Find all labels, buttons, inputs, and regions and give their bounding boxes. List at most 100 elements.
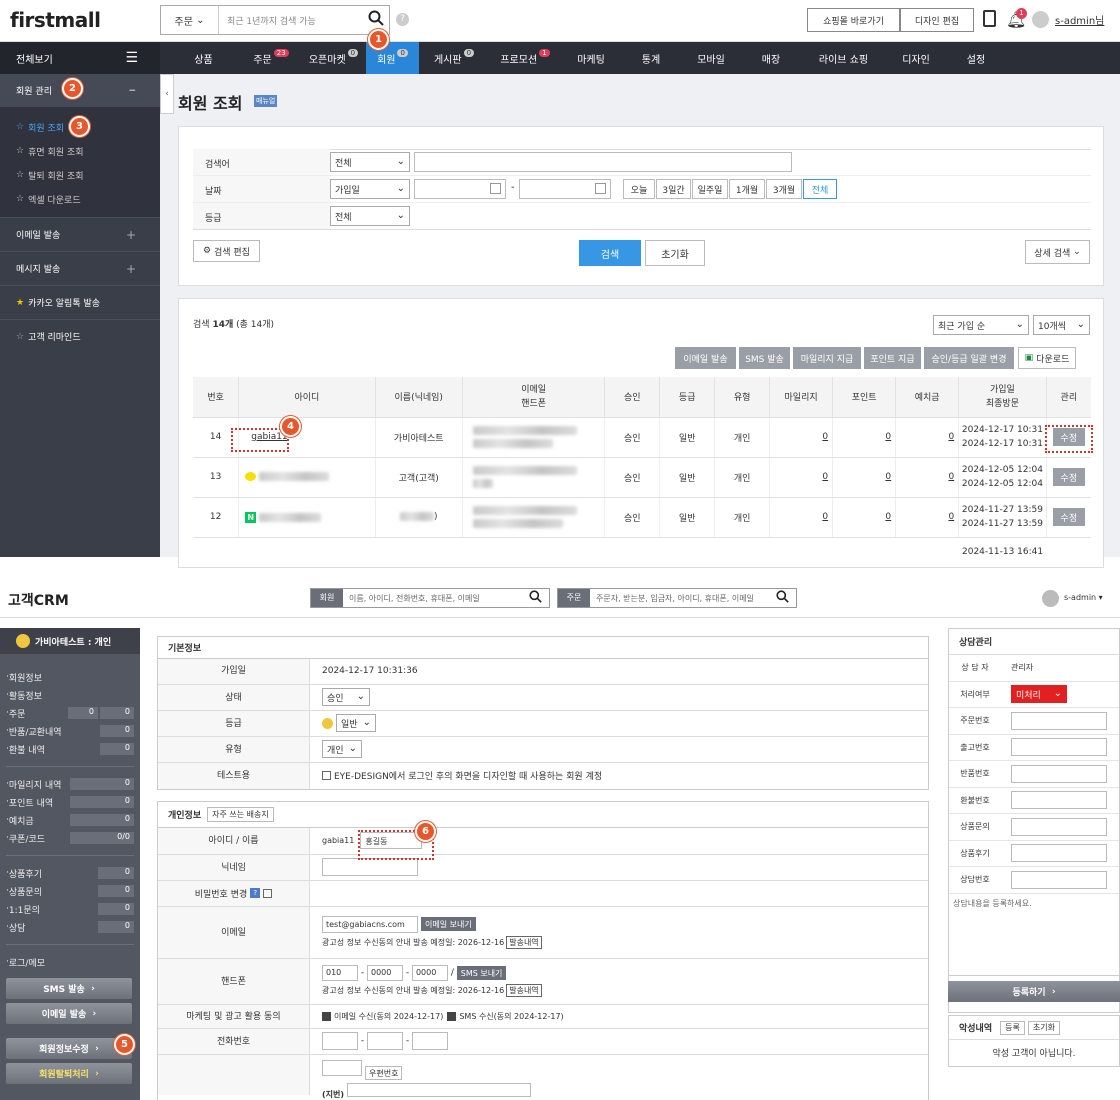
date-end-input[interactable] <box>519 179 611 199</box>
order-search-input[interactable]: 주문자, 받는분, 입금자, 아이디, 휴대폰, 이메일 <box>590 593 776 604</box>
send-sms-button[interactable]: SMS 보내기 <box>456 966 507 980</box>
crm-menu-1on1[interactable]: · 1:1문의 0 <box>0 900 140 918</box>
phone-2-input[interactable]: 0000 <box>366 965 403 981</box>
mileage-link[interactable]: 0 <box>822 512 828 522</box>
tab-mobile[interactable]: 모바일 <box>681 42 741 74</box>
email-input[interactable]: test@gabiacns.com <box>322 915 418 933</box>
expand-icon[interactable]: + <box>126 262 136 276</box>
send-history-button[interactable]: 발송내역 <box>506 935 542 949</box>
download-button[interactable]: ▣ 다운로드 <box>1018 347 1076 369</box>
search-button[interactable]: 검색 <box>579 240 641 266</box>
reset-button[interactable]: 초기화 <box>645 240 705 266</box>
point-link[interactable]: 0 <box>885 512 891 522</box>
return-no-input[interactable] <box>1011 764 1107 783</box>
crm-user[interactable]: s-admin ▾ <box>1064 593 1103 602</box>
collapse-icon[interactable]: − <box>128 86 136 96</box>
period-today[interactable]: 오늘 <box>623 179 655 199</box>
search-icon[interactable] <box>363 10 389 30</box>
tab-promotion[interactable]: 프로모션 1 <box>489 42 561 74</box>
crm-menu-orders[interactable]: · 주문 0 0 <box>0 704 140 722</box>
crm-withdraw-button[interactable]: 회원탈퇴처리 › <box>6 1063 132 1084</box>
period-all[interactable]: 전체 <box>803 179 837 199</box>
product-review-input[interactable] <box>1011 844 1107 863</box>
tab-board[interactable]: 게시판 0 <box>419 42 489 74</box>
global-search-input[interactable]: 최근 1년까지 검색 가능 <box>219 14 363 27</box>
bad-reset-button[interactable]: 초기화 <box>1027 1020 1060 1035</box>
crm-menu-activity[interactable]: · 활동정보 <box>0 686 140 704</box>
send-email-button[interactable]: 이메일 발송 <box>675 347 736 369</box>
nickname-input[interactable] <box>322 858 418 876</box>
sidebar-toggle[interactable]: ‹ <box>160 74 174 114</box>
grade-select[interactable]: 일반 <box>336 714 376 732</box>
tab-live-shopping[interactable]: 라이브 쇼핑 <box>801 42 886 74</box>
tab-settings[interactable]: 설정 <box>946 42 1006 74</box>
mileage-link[interactable]: 0 <box>822 432 828 442</box>
sidebar-item-excel[interactable]: ☆ 엑셀 다운로드 <box>0 187 160 211</box>
sidebar-message[interactable]: 메시지 발송 + <box>0 251 160 285</box>
search-icon[interactable] <box>776 590 796 606</box>
frequent-address-button[interactable]: 자주 쓰는 배송지 <box>207 807 274 822</box>
mileage-link[interactable]: 0 <box>822 472 828 482</box>
crm-avatar[interactable] <box>1042 590 1059 607</box>
period-3days[interactable]: 3일간 <box>656 179 691 199</box>
deposit-link[interactable]: 0 <box>948 512 954 522</box>
point-link[interactable]: 0 <box>885 472 891 482</box>
all-menu[interactable]: 전체보기 ☰ <box>0 42 160 74</box>
crm-email-button[interactable]: 이메일 발송 › <box>6 1003 132 1024</box>
calendar-icon[interactable] <box>490 183 501 194</box>
order-no-input[interactable] <box>1011 711 1107 730</box>
release-no-input[interactable] <box>1011 738 1107 757</box>
keyword-scope-select[interactable]: 전체 <box>330 152 410 172</box>
type-select[interactable]: 개인 <box>322 740 362 758</box>
crm-menu-points[interactable]: · 포인트 내역 0 <box>0 793 140 811</box>
grade-select[interactable]: 전체 <box>330 206 410 226</box>
detail-search-button[interactable]: 상세 검색 ⌄ <box>1025 240 1090 264</box>
status-select[interactable]: 승인 <box>322 688 370 706</box>
bulk-grade-button[interactable]: 승인/등급 일괄 변경 <box>924 347 1014 369</box>
period-3months[interactable]: 3개월 <box>766 179 802 199</box>
member-search-input[interactable]: 이름, 아이디, 전화번호, 휴대폰, 이메일 <box>343 593 529 604</box>
sidebar-remind[interactable]: ☆ 고객 리마인드 <box>0 319 160 353</box>
tab-store[interactable]: 매장 <box>741 42 801 74</box>
phone-1-input[interactable]: 010 <box>322 965 358 981</box>
search-scope-select[interactable]: 주문 ⌄ <box>161 6 219 34</box>
document-icon[interactable] <box>983 10 996 27</box>
sidebar-item-dormant[interactable]: ☆ 휴면 회원 조회 <box>0 139 160 163</box>
bad-register-button[interactable]: 등록 <box>1000 1020 1025 1035</box>
keyword-input[interactable] <box>414 152 792 172</box>
manual-badge[interactable]: 매뉴얼 <box>254 95 278 107</box>
deposit-link[interactable]: 0 <box>948 472 954 482</box>
crm-edit-member-button[interactable]: 회원정보수정 › <box>6 1038 132 1059</box>
address-input[interactable] <box>347 1083 532 1097</box>
tab-products[interactable]: 상품 <box>166 42 241 74</box>
test-checkbox[interactable] <box>322 771 331 780</box>
product-qna-input[interactable] <box>1011 817 1107 836</box>
crm-menu-mileage[interactable]: · 마일리지 내역 0 <box>0 775 140 793</box>
design-edit-button[interactable]: 디자인 편집 <box>900 8 974 32</box>
sidebar-email[interactable]: 이메일 발송 + <box>0 217 160 251</box>
hamburger-icon[interactable]: ☰ <box>125 50 138 66</box>
tab-openmarket[interactable]: 오픈마켓 0 <box>301 42 366 74</box>
consult-no-input[interactable] <box>1011 870 1107 889</box>
point-link[interactable]: 0 <box>885 432 891 442</box>
date-type-select[interactable]: 가입일 <box>330 179 410 199</box>
consult-textarea[interactable]: 상담내용을 등록하세요. <box>949 894 1119 976</box>
shop-link-button[interactable]: 쇼핑몰 바로가기 <box>807 8 900 32</box>
per-page-select[interactable]: 10개씩 <box>1033 315 1090 335</box>
sidebar-kakao[interactable]: ★ 카카오 알림톡 발송 <box>0 285 160 319</box>
email-consent-checkbox[interactable] <box>322 1011 331 1021</box>
crm-menu-reviews[interactable]: · 상품후기 0 <box>0 864 140 882</box>
refund-no-input[interactable] <box>1011 791 1107 810</box>
process-select[interactable]: 미처리 <box>1011 685 1067 704</box>
calendar-icon[interactable] <box>595 183 606 194</box>
help-icon[interactable]: ? <box>396 13 409 26</box>
send-email-button[interactable]: 이메일 보내기 <box>421 917 476 931</box>
sms-consent-checkbox[interactable] <box>447 1011 457 1021</box>
phone-3-input[interactable]: 0000 <box>411 965 448 981</box>
user-name[interactable]: s-admin님 <box>1055 12 1104 27</box>
search-edit-button[interactable]: ⚙ 검색 편집 <box>193 240 260 262</box>
help-icon[interactable]: ? <box>250 888 261 898</box>
period-1month[interactable]: 1개월 <box>729 179 765 199</box>
tab-marketing[interactable]: 마케팅 <box>561 42 621 74</box>
give-point-button[interactable]: 포인트 지급 <box>864 347 921 369</box>
